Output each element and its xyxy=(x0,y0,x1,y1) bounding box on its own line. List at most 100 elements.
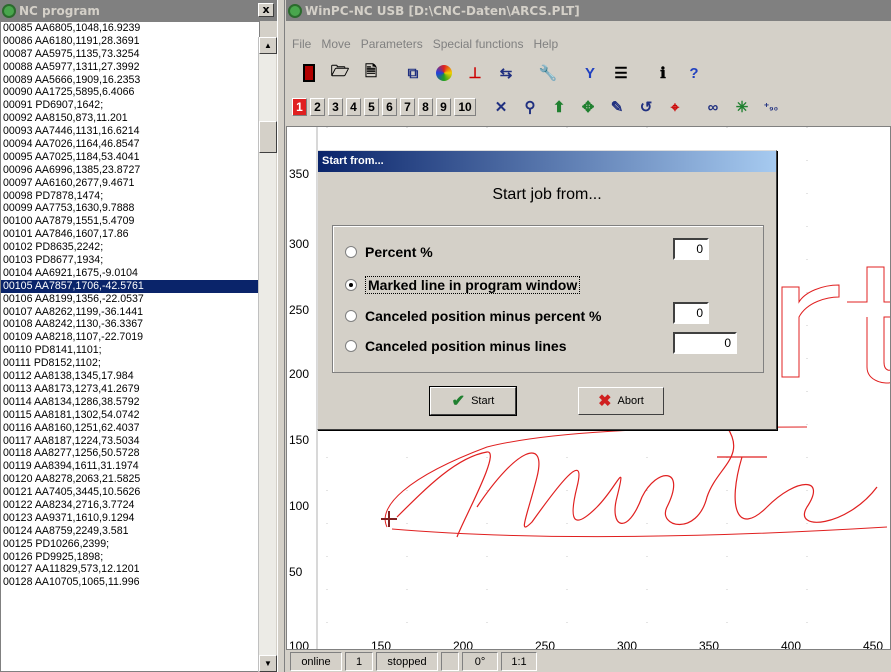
canceled-lines-input[interactable]: 0 xyxy=(673,332,737,354)
pen-icon[interactable]: ✎ xyxy=(604,94,630,120)
nc-line-row[interactable]: 00104 AA6921,1675,-9.0104 xyxy=(1,267,259,280)
nc-line-row[interactable]: 00113 AA8173,1273,41.2679 xyxy=(1,383,259,396)
nc-line-row[interactable]: 00098 PD7878,1474; xyxy=(1,190,259,203)
option-canceled-lines[interactable]: Canceled position minus lines xyxy=(345,338,566,354)
file-icon[interactable]: 🗎 xyxy=(358,60,384,86)
radio-marked-line[interactable] xyxy=(345,279,357,291)
nc-line-row[interactable]: 00114 AA8134,1286,38.5792 xyxy=(1,396,259,409)
nc-line-row[interactable]: 00121 AA7405,3445,10.5626 xyxy=(1,486,259,499)
color-wheel-icon[interactable] xyxy=(431,60,457,86)
nc-line-row[interactable]: 00123 AA9371,1610,9.1294 xyxy=(1,512,259,525)
axis-button-7[interactable]: 7 xyxy=(400,98,415,116)
tool-icon[interactable]: 🔧 xyxy=(535,60,561,86)
nc-line-row[interactable]: 00090 AA1725,5895,6.4066 xyxy=(1,86,259,99)
nc-line-row[interactable]: 00095 AA7025,1184,53.4041 xyxy=(1,151,259,164)
nc-line-row[interactable]: 00111 PD8152,1102; xyxy=(1,357,259,370)
axis-button-8[interactable]: 8 xyxy=(418,98,433,116)
axis-button-5[interactable]: 5 xyxy=(364,98,379,116)
nc-line-row[interactable]: 00128 AA10705,1065,11.996 xyxy=(1,576,259,589)
option-canceled-percent[interactable]: Canceled position minus percent % xyxy=(345,308,602,324)
nc-line-row[interactable]: 00103 PD8677,1934; xyxy=(1,254,259,267)
nc-line-row[interactable]: 00085 AA6805,1048,16.9239 xyxy=(1,22,259,35)
nc-line-row[interactable]: 00116 AA8160,1251,62.4037 xyxy=(1,422,259,435)
toolchange-icon[interactable]: ⊥ xyxy=(462,60,488,86)
axis-button-6[interactable]: 6 xyxy=(382,98,397,116)
nc-line-row[interactable]: 00105 AA7857,1706,-42.5761 xyxy=(1,279,259,293)
nc-line-row[interactable]: 00102 PD8635,2242; xyxy=(1,241,259,254)
cross-icon[interactable]: ✕ xyxy=(488,94,514,120)
zoom-area-icon[interactable]: ⧉ xyxy=(400,60,426,86)
axis-button-1[interactable]: 1 xyxy=(292,98,307,116)
nc-line-row[interactable]: 00110 PD8141,1101; xyxy=(1,344,259,357)
axis-button-10[interactable]: 10 xyxy=(454,98,476,116)
nc-line-row[interactable]: 00127 AA11829,573,12.1201 xyxy=(1,563,259,576)
scroll-up-arrow-icon[interactable]: ▲ xyxy=(259,37,277,54)
nc-line-row[interactable]: 00115 AA8181,1302,54.0742 xyxy=(1,409,259,422)
nc-line-row[interactable]: 00125 PD10266,2399; xyxy=(1,538,259,551)
radio-canceled-percent[interactable] xyxy=(345,310,357,322)
rotate-90-icon[interactable]: ⁺₉₀ xyxy=(758,94,784,120)
open-folder-icon[interactable]: 🗁 xyxy=(327,60,353,86)
nc-line-row[interactable]: 00089 AA5666,1909,16.2353 xyxy=(1,74,259,87)
window-splitter[interactable] xyxy=(277,0,285,672)
nc-line-row[interactable]: 00109 AA8218,1107,-22.7019 xyxy=(1,331,259,344)
nc-line-row[interactable]: 00106 AA8199,1356,-22.0537 xyxy=(1,293,259,306)
menu-file[interactable]: File xyxy=(292,37,311,51)
magnet-icon[interactable]: Y xyxy=(577,60,603,86)
nc-line-row[interactable]: 00096 AA6996,1385,23.8727 xyxy=(1,164,259,177)
nc-line-row[interactable]: 00086 AA6180,1191,28.3691 xyxy=(1,35,259,48)
nc-line-row[interactable]: 00112 AA8138,1345,17.984 xyxy=(1,370,259,383)
nc-line-row[interactable]: 00088 AA5977,1311,27.3992 xyxy=(1,61,259,74)
nc-line-row[interactable]: 00119 AA8394,1611,31.1974 xyxy=(1,460,259,473)
target-icon[interactable]: ⌖ xyxy=(662,94,688,120)
nc-line-row[interactable]: 00126 PD9925,1898; xyxy=(1,551,259,564)
nc-line-row[interactable]: 00100 AA7879,1551,5.4709 xyxy=(1,215,259,228)
percent-input[interactable]: 0 xyxy=(673,238,709,260)
start-button[interactable]: ✔ Start xyxy=(429,386,517,416)
info-icon[interactable]: ℹ xyxy=(650,60,676,86)
path-icon[interactable]: ⇆ xyxy=(493,60,519,86)
nc-line-row[interactable]: 00108 AA8242,1130,-36.3367 xyxy=(1,318,259,331)
radio-canceled-lines[interactable] xyxy=(345,340,357,352)
move-icon[interactable]: ✥ xyxy=(575,94,601,120)
axis-button-9[interactable]: 9 xyxy=(436,98,451,116)
rotate-icon[interactable]: ↺ xyxy=(633,94,659,120)
canceled-percent-input[interactable]: 0 xyxy=(673,302,709,324)
glasses-icon[interactable]: ∞ xyxy=(700,94,726,120)
nc-line-row[interactable]: 00107 AA8262,1199,-36.1441 xyxy=(1,306,259,319)
nc-line-row[interactable]: 00124 AA8759,2249,3.581 xyxy=(1,525,259,538)
axis-button-3[interactable]: 3 xyxy=(328,98,343,116)
nc-line-row[interactable]: 00122 AA8234,2716,3.7724 xyxy=(1,499,259,512)
menu-help[interactable]: Help xyxy=(533,37,558,51)
nc-line-row[interactable]: 00118 AA8277,1256,50.5728 xyxy=(1,447,259,460)
nc-line-row[interactable]: 00101 AA7846,1607,17.86 xyxy=(1,228,259,241)
nc-program-list[interactable]: 00085 AA6805,1048,16.9239 00086 AA6180,11… xyxy=(0,21,260,672)
stop-icon[interactable] xyxy=(296,60,322,86)
up-arrow-icon[interactable]: ⬆ xyxy=(546,94,572,120)
option-marked-line[interactable]: Marked line in program window xyxy=(345,276,581,294)
menu-parameters[interactable]: Parameters xyxy=(361,37,423,51)
nc-line-row[interactable]: 00120 AA8278,2063,21.5825 xyxy=(1,473,259,486)
scroll-thumb[interactable] xyxy=(259,121,277,153)
abort-button[interactable]: ✖ Abort xyxy=(578,387,664,415)
nc-line-row[interactable]: 00091 PD6907,1642; xyxy=(1,99,259,112)
nc-scrollbar[interactable]: ▲ ▼ xyxy=(258,37,277,672)
nc-line-row[interactable]: 00087 AA5975,1135,73.3254 xyxy=(1,48,259,61)
nc-line-row[interactable]: 00094 AA7026,1164,46.8547 xyxy=(1,138,259,151)
option-percent[interactable]: Percent % xyxy=(345,244,433,260)
star-icon[interactable]: ✳ xyxy=(729,94,755,120)
nc-line-row[interactable]: 00092 AA8150,873,11.201 xyxy=(1,112,259,125)
search-icon[interactable]: ⚲ xyxy=(517,94,543,120)
nc-line-row[interactable]: 00097 AA6160,2677,9.4671 xyxy=(1,177,259,190)
help-icon[interactable]: ? xyxy=(681,60,707,86)
nc-line-row[interactable]: 00093 AA7446,1131,16.6214 xyxy=(1,125,259,138)
menu-move[interactable]: Move xyxy=(321,37,350,51)
radio-percent[interactable] xyxy=(345,246,357,258)
axis-button-2[interactable]: 2 xyxy=(310,98,325,116)
list-icon[interactable]: ☰ xyxy=(608,60,634,86)
nc-line-row[interactable]: 00099 AA7753,1630,9.7888 xyxy=(1,202,259,215)
nc-close-button[interactable]: x xyxy=(258,3,274,17)
axis-button-4[interactable]: 4 xyxy=(346,98,361,116)
nc-line-row[interactable]: 00117 AA8187,1224,73.5034 xyxy=(1,435,259,448)
menu-special-functions[interactable]: Special functions xyxy=(433,37,524,51)
